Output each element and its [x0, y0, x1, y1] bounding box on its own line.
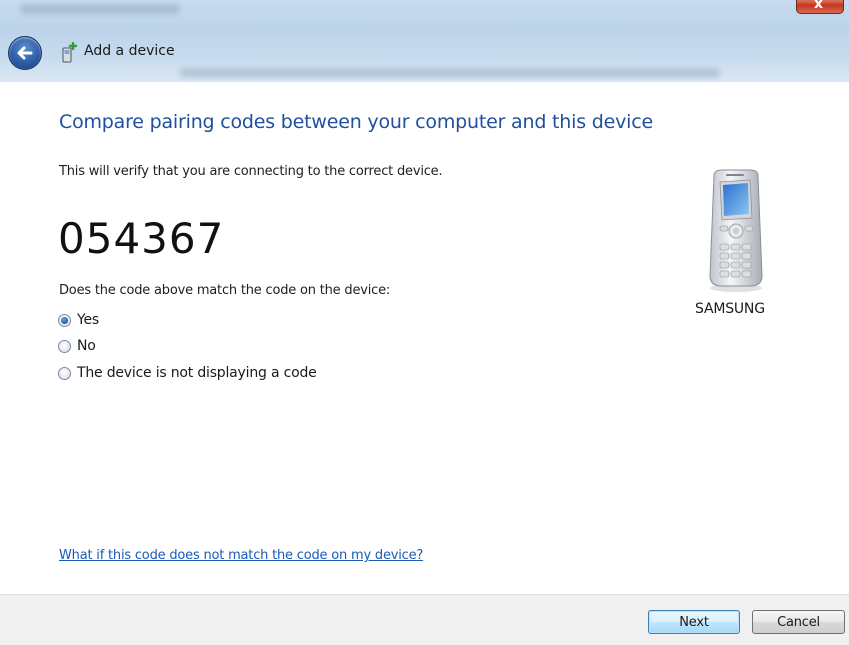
background-blur	[180, 68, 720, 78]
radio-label-no-code[interactable]: The device is not displaying a code	[77, 365, 317, 381]
mobile-phone-icon	[709, 169, 763, 292]
pairing-code: 054367	[58, 214, 225, 263]
help-link[interactable]: What if this code does not match the cod…	[59, 548, 423, 563]
add-device-icon	[62, 42, 78, 63]
back-button[interactable]	[8, 36, 42, 70]
close-button[interactable]: x	[796, 0, 844, 14]
device-name: SAMSUNG	[695, 301, 765, 317]
cancel-button[interactable]: Cancel	[752, 610, 845, 634]
radio-option-yes[interactable]: Yes	[58, 312, 99, 328]
radio-button-yes[interactable]	[58, 313, 71, 327]
radio-button-no[interactable]	[58, 339, 71, 353]
match-question: Does the code above match the code on th…	[59, 283, 391, 298]
description-text: This will verify that you are connecting…	[59, 164, 443, 179]
radio-option-no-code[interactable]: The device is not displaying a code	[58, 365, 317, 381]
next-button[interactable]: Next	[648, 610, 740, 634]
radio-option-no[interactable]: No	[58, 338, 96, 354]
close-icon: x	[814, 0, 824, 12]
button-bar: Next Cancel	[0, 594, 849, 645]
radio-label-no[interactable]: No	[77, 338, 96, 354]
device-image	[700, 168, 770, 293]
page-heading: Compare pairing codes between your compu…	[59, 111, 653, 133]
add-device-window: x Add a device Compare pairing codes bet…	[0, 0, 849, 645]
radio-label-yes[interactable]: Yes	[77, 312, 99, 328]
background-blur	[20, 4, 180, 14]
radio-button-no-code[interactable]	[58, 366, 71, 380]
window-title: Add a device	[84, 43, 175, 59]
title-bar: x Add a device	[0, 0, 849, 82]
back-arrow-icon	[17, 46, 33, 60]
